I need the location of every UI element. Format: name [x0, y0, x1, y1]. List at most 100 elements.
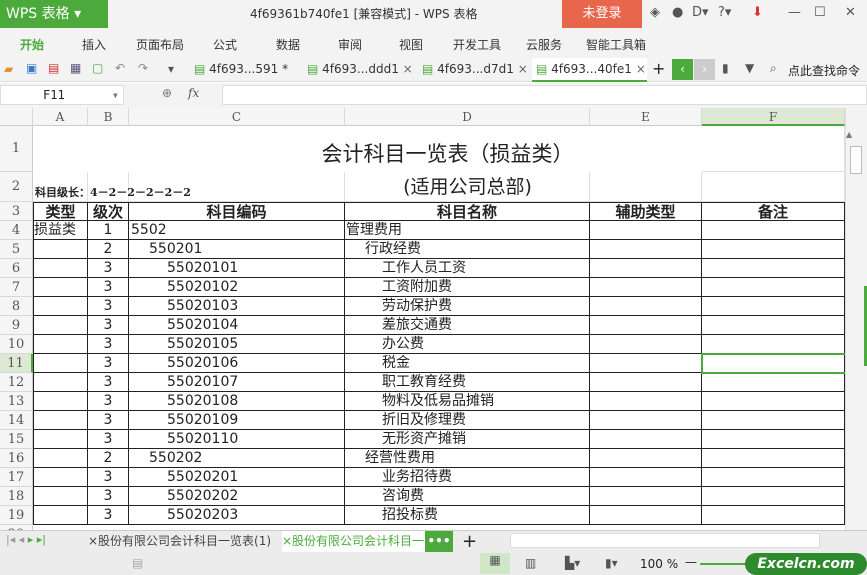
menu-tab-2[interactable]: 页面布局: [136, 36, 184, 53]
grid-cell[interactable]: 550201: [129, 240, 345, 259]
grid-cell[interactable]: [33, 411, 88, 430]
grid-cell[interactable]: [590, 487, 702, 506]
row-header[interactable]: 1: [0, 126, 33, 172]
scroll-thumb[interactable]: [850, 146, 862, 174]
doc-tab[interactable]: ▤ 4f693...40fe1 ×: [532, 58, 647, 82]
more-sheets-button[interactable]: •••: [425, 531, 453, 552]
zoom-out-icon[interactable]: —: [685, 555, 697, 569]
row-header[interactable]: 17: [0, 468, 33, 487]
sheet-nav-icons[interactable]: |◂ ◂ ▸ ▸|: [6, 533, 46, 546]
grid-cell[interactable]: [33, 240, 88, 259]
menu-tab-5[interactable]: 审阅: [338, 36, 362, 53]
grid-cell[interactable]: 55020107: [129, 373, 345, 392]
close-icon[interactable]: ✕: [845, 5, 856, 20]
grid-cell[interactable]: 3: [88, 354, 129, 373]
doc-tab[interactable]: ▤ 4f693...d7d1 ×: [418, 58, 530, 82]
column-header-C[interactable]: C: [129, 108, 345, 126]
grid-cell[interactable]: [702, 392, 845, 411]
grid-cell[interactable]: 招投标费: [345, 506, 590, 525]
grid-cell[interactable]: 55020104: [129, 316, 345, 335]
grid-cell[interactable]: 55020105: [129, 335, 345, 354]
grid-cell[interactable]: [590, 373, 702, 392]
column-header-A[interactable]: A: [33, 108, 88, 126]
menu-tab-3[interactable]: 公式: [213, 36, 237, 53]
grid-cell[interactable]: [33, 278, 88, 297]
grid-cell[interactable]: 折旧及修理费: [345, 411, 590, 430]
sheet-tab[interactable]: ×股份有限公司会计科目一览表(1): [88, 531, 271, 552]
grid-cell[interactable]: [33, 449, 88, 468]
share-icon[interactable]: D▾: [692, 5, 709, 20]
row-header[interactable]: 12: [0, 373, 33, 392]
column-header-E[interactable]: E: [590, 108, 702, 126]
grid-cell[interactable]: 55020102: [129, 278, 345, 297]
grid-cell[interactable]: [590, 506, 702, 525]
grid-cell[interactable]: [33, 468, 88, 487]
row-header[interactable]: 3: [0, 202, 33, 221]
spreadsheet-grid[interactable]: ABCDEF1234567891011121314151617181920会计科…: [0, 108, 845, 530]
maximize-icon[interactable]: ☐: [814, 5, 826, 20]
grid-cell[interactable]: 55020101: [129, 259, 345, 278]
menu-tab-4[interactable]: 数据: [276, 36, 300, 53]
normal-view-icon[interactable]: ▦: [480, 553, 510, 574]
grid-cell[interactable]: [590, 172, 702, 202]
grid-cell[interactable]: 55020108: [129, 392, 345, 411]
help-icon[interactable]: ?▾: [718, 5, 731, 20]
row-header[interactable]: 16: [0, 449, 33, 468]
wps-menu-button[interactable]: WPS 表格 ▾: [0, 0, 108, 28]
grid-cell[interactable]: 3: [88, 316, 129, 335]
row-header[interactable]: 19: [0, 506, 33, 525]
formula-input[interactable]: [222, 85, 867, 105]
add-sheet-button[interactable]: +: [462, 531, 477, 552]
settings-icon[interactable]: ●: [672, 5, 683, 20]
grid-cell[interactable]: [33, 430, 88, 449]
grid-cell[interactable]: 3: [88, 487, 129, 506]
grid-cell[interactable]: [33, 392, 88, 411]
grid-cell[interactable]: 管理费用: [345, 221, 590, 240]
grid-cell[interactable]: 55020109: [129, 411, 345, 430]
row-header[interactable]: 2: [0, 172, 33, 202]
grid-cell[interactable]: [702, 172, 845, 202]
redo-icon[interactable]: ↷: [138, 61, 148, 75]
grid-cell[interactable]: [590, 335, 702, 354]
save-icon[interactable]: ▣: [26, 61, 37, 75]
select-all-corner[interactable]: [0, 108, 33, 126]
row-header[interactable]: 9: [0, 316, 33, 335]
skin-icon[interactable]: ◈: [650, 5, 660, 20]
grid-cell[interactable]: [33, 335, 88, 354]
grid-cell[interactable]: [702, 126, 845, 172]
column-header-F[interactable]: F: [702, 108, 845, 126]
grid-cell[interactable]: 办公费: [345, 335, 590, 354]
grid-cell[interactable]: 3: [88, 278, 129, 297]
row-header[interactable]: 13: [0, 392, 33, 411]
menu-tab-7[interactable]: 开发工具: [453, 36, 501, 53]
grid-cell[interactable]: [702, 335, 845, 354]
name-box[interactable]: F11 ▾: [0, 85, 124, 105]
grid-cell[interactable]: 1: [88, 221, 129, 240]
grid-cell[interactable]: 55020201: [129, 468, 345, 487]
column-header-D[interactable]: D: [345, 108, 590, 126]
grid-cell[interactable]: [590, 449, 702, 468]
minimize-icon[interactable]: —: [788, 5, 801, 20]
grid-cell[interactable]: 职工教育经费: [345, 373, 590, 392]
grid-cell[interactable]: 劳动保护费: [345, 297, 590, 316]
grid-cell[interactable]: 3: [88, 468, 129, 487]
row-header[interactable]: 10: [0, 335, 33, 354]
grid-cell[interactable]: 3: [88, 430, 129, 449]
grid-cell[interactable]: [590, 411, 702, 430]
grid-cell[interactable]: [590, 240, 702, 259]
grid-cell[interactable]: 差旅交通费: [345, 316, 590, 335]
menu-tab-0[interactable]: 开始: [20, 36, 44, 53]
grid-cell[interactable]: 3: [88, 297, 129, 316]
grid-cell[interactable]: [702, 297, 845, 316]
row-header[interactable]: 6: [0, 259, 33, 278]
grid-cell[interactable]: [590, 392, 702, 411]
scroll-up-icon[interactable]: ▲: [846, 130, 852, 139]
column-header-B[interactable]: B: [88, 108, 129, 126]
command-search[interactable]: 点此查找命令: [788, 62, 860, 79]
doc-tab[interactable]: ▤ 4f693...591 * ×: [190, 58, 300, 98]
menu-tab-9[interactable]: 智能工具箱: [586, 36, 646, 53]
grid-cell[interactable]: 咨询费: [345, 487, 590, 506]
row-header[interactable]: 5: [0, 240, 33, 259]
grid-cell[interactable]: 3: [88, 373, 129, 392]
grid-cell[interactable]: 55020106: [129, 354, 345, 373]
